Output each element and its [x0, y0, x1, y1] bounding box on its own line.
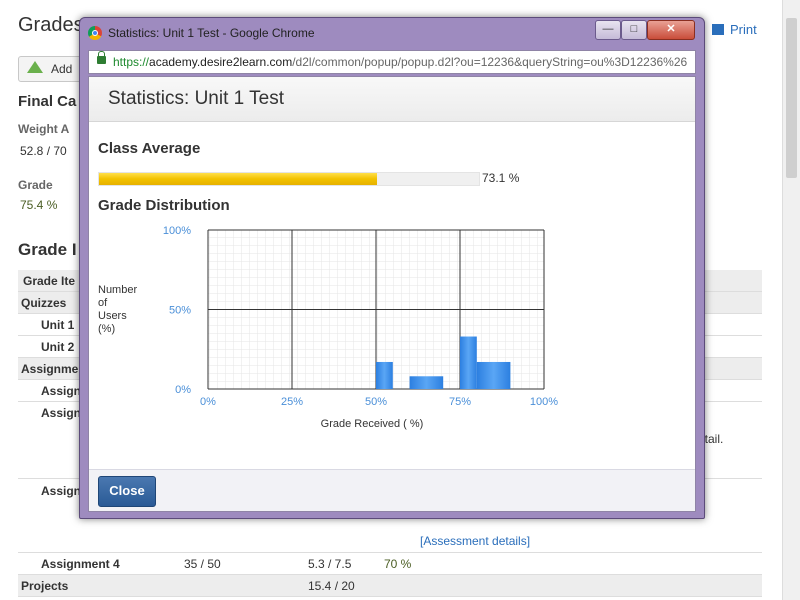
y-tick-label: 100% [163, 225, 191, 237]
final-calc-heading: Final Ca [18, 93, 77, 110]
url-host: academy.desire2learn.com [149, 55, 293, 69]
table-row: Projects 15.4 / 20 [18, 575, 762, 597]
chrome-icon [88, 26, 102, 40]
y-axis-label-line: of [98, 297, 108, 309]
x-tick-label: 25% [281, 396, 303, 408]
url-text: https://academy.desire2learn.com/d2l/com… [113, 55, 691, 69]
printer-icon [712, 24, 724, 35]
row-name: Quizzes [21, 296, 67, 310]
grade-items-heading: Grade I [18, 240, 77, 259]
window-title: Statistics: Unit 1 Test - Google Chrome [108, 26, 315, 40]
row-name[interactable]: Unit 2 [41, 340, 74, 354]
y-tick-label: 50% [169, 305, 191, 317]
y-axis-label-line: Number [98, 284, 137, 296]
x-tick-label: 0% [200, 396, 216, 408]
row-name[interactable]: Unit 1 [41, 318, 74, 332]
grade-value: 75.4 % [20, 198, 58, 212]
row-weight: 15.4 / 20 [308, 579, 355, 593]
close-button[interactable]: Close [98, 476, 156, 507]
x-tick-label: 100% [530, 396, 558, 408]
row-name[interactable]: Assignment 4 [41, 557, 120, 571]
table-header-label: Grade Ite [23, 274, 76, 288]
y-axis-label: Number of Users (%) [98, 284, 137, 335]
weight-value: 52.8 / 70 [20, 144, 67, 158]
grade-distribution-chart: 0% 25% 50% 75% 100% 0% 50% 100% Number of Users(… [98, 225, 558, 430]
row-weight: 5.3 / 7.5 [308, 557, 352, 571]
url-path: /d2l/common/popup/popup.d2l?ou=12236&que… [292, 55, 688, 69]
row-name[interactable]: Assign [41, 384, 81, 398]
weight-label: Weight A [18, 122, 70, 136]
address-bar[interactable]: https://academy.desire2learn.com/d2l/com… [88, 50, 696, 74]
y-axis-label-line: (%) [98, 323, 115, 335]
scrollbar-thumb[interactable] [786, 18, 797, 178]
dialog-footer: Close [89, 469, 695, 511]
table-row: Assignment 4 35 / 50 5.3 / 7.5 70 % [18, 553, 762, 575]
row-name: Assignme [21, 362, 79, 376]
grade-label: Grade [18, 178, 53, 192]
print-label: Print [730, 22, 757, 37]
x-tick-label: 50% [365, 396, 387, 408]
assessment-details-link[interactable]: [Assessment details] [420, 534, 530, 548]
page-scrollbar[interactable] [782, 0, 800, 600]
y-axis-label-line: Users [98, 310, 127, 322]
lock-icon [97, 51, 106, 64]
minimize-button[interactable]: — [595, 20, 621, 40]
row-name: Projects [21, 579, 69, 593]
x-ticks: 0% 25% 50% 75% 100% [200, 396, 558, 408]
row-grade: 70 % [384, 557, 412, 571]
print-link[interactable]: Print [712, 22, 757, 37]
x-tick-label: 75% [449, 396, 471, 408]
add-label: Add [51, 62, 73, 76]
x-axis-label: Grade Received ( %) [321, 418, 424, 430]
add-button[interactable]: Add [18, 56, 86, 82]
histogram-bar [476, 361, 511, 389]
arrow-up-icon [27, 61, 43, 73]
y-tick-label: 0% [175, 384, 191, 396]
page-title: Grades [18, 14, 84, 36]
row-name[interactable]: Assign [41, 406, 81, 420]
histogram-bar [409, 376, 444, 389]
window-close-button[interactable]: ✕ [647, 20, 695, 40]
y-ticks: 0% 50% 100% [163, 225, 191, 396]
row-name[interactable]: Assign [41, 484, 81, 498]
popup-content: Statistics: Unit 1 Test Class Average 73… [88, 76, 696, 512]
histogram-bar [376, 361, 393, 389]
row-points: 35 / 50 [184, 557, 221, 571]
url-scheme: https:// [113, 55, 150, 69]
maximize-button[interactable]: □ [621, 20, 647, 40]
histogram-bar [460, 336, 477, 389]
popup-window: Statistics: Unit 1 Test - Google Chrome … [79, 17, 705, 519]
